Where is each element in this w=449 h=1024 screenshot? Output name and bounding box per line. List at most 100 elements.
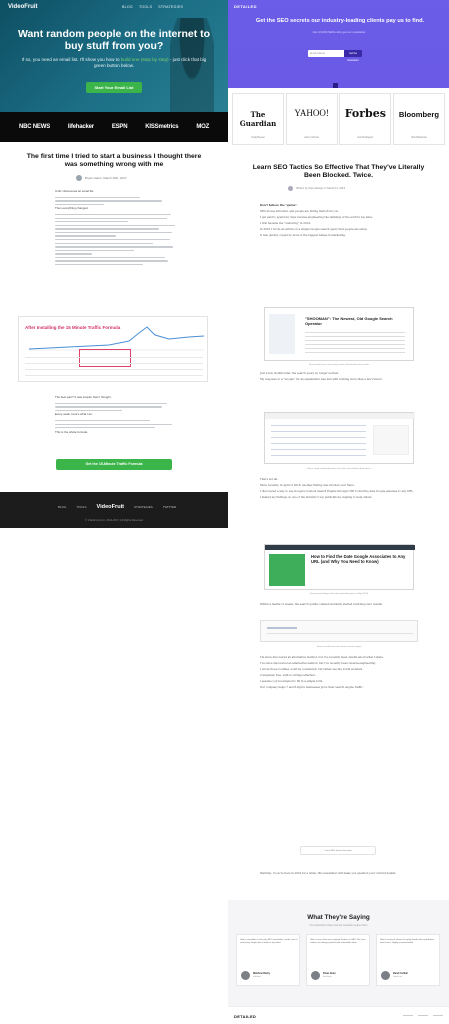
- highlight-box: [79, 349, 131, 367]
- videofruit-logo[interactable]: VideoFruit: [8, 4, 38, 10]
- text-line: [55, 217, 168, 219]
- search-engine-screenshot: [260, 620, 418, 642]
- detailed-logo[interactable]: DETAILED: [234, 4, 257, 9]
- author-byline: Written by Glen Allsopp on March 11, 201…: [296, 187, 346, 190]
- publication-author: Aaron Ishman: [304, 136, 320, 139]
- publication-card: Bloomberg Nick Blackman: [392, 93, 445, 145]
- press-logo-lifehacker: lifehacker: [67, 124, 94, 130]
- press-logo-bar: NBC NEWS lifehacker ESPN KISSmetrics MOZ: [0, 112, 228, 142]
- text-line: [55, 196, 141, 198]
- table-row: [25, 375, 203, 376]
- footer-link-tools[interactable]: TOOLS: [76, 505, 86, 509]
- article-author: Written by Glen Allsopp on March 11, 201…: [288, 186, 345, 191]
- footer-links: BLOG TOOLS VideoFruit STRATEGIES TWITTER: [58, 504, 176, 510]
- footer-nav-item[interactable]: [433, 1015, 443, 1017]
- article-paragraph: Our company helps 7 and 8-figure busines…: [260, 686, 364, 689]
- screenshot-caption: How a single method became one of the mo…: [307, 468, 371, 470]
- article-body-top: Until I discovered an email list. Then e…: [55, 189, 177, 268]
- article-paragraph: Every week, here's what I do:: [55, 412, 93, 417]
- footer-logo[interactable]: VideoFruit: [96, 504, 124, 510]
- publication-name: YAHOO!: [294, 108, 329, 118]
- email-input[interactable]: Email Address: [308, 50, 344, 57]
- footer-nav-item[interactable]: [418, 1015, 428, 1017]
- testimonial-role: SparkToro: [393, 976, 403, 978]
- testimonial-avatar: [381, 971, 390, 980]
- text-line: [55, 409, 123, 412]
- article-body-tail: Within a matter of weeks, the search qui…: [260, 603, 418, 609]
- decorative-square: [333, 83, 338, 88]
- screenshot-title: How to Find the Date Google Associates t…: [311, 554, 406, 565]
- article-paragraph: I'm since discovered an alternative meth…: [260, 656, 384, 659]
- videofruit-nav: BLOG TOOLS STRATEGIES: [122, 5, 183, 9]
- article-paragraph: Until I discovered an email list.: [55, 189, 95, 193]
- testimonial-name: Rand Fishkin: [393, 972, 409, 975]
- testimonial-card: Glen's research shows the gritty details…: [376, 934, 440, 986]
- traffic-formula-button[interactable]: Get the 15-Minute Traffic Formula: [56, 459, 172, 470]
- screenshot-header: [265, 545, 415, 550]
- article-paragraph: I get paid to spend my days reverse-engi…: [260, 216, 373, 219]
- footer-copyright: © VideoFruit LLC, 2014-2017, All Rights …: [85, 519, 143, 522]
- testimonials-section: What They're Saying Our subscribers shar…: [228, 900, 449, 1006]
- screenshot-divider: [267, 633, 413, 634]
- publication-name: Forbes: [344, 107, 386, 120]
- start-email-list-button[interactable]: Start Your Email List: [86, 82, 142, 93]
- text-line: [55, 228, 159, 230]
- screenshot-text: [305, 332, 405, 354]
- footer-logo[interactable]: DETAILED: [234, 1014, 256, 1019]
- author-avatar: [76, 175, 82, 181]
- article-paragraph: That's not all.: [260, 478, 278, 481]
- text-line: [55, 253, 92, 255]
- text-line: [55, 221, 129, 223]
- screenshot-caption: Sharing my findings with industry-leadin…: [309, 593, 369, 595]
- author-avatar: [288, 186, 293, 191]
- table-row: [25, 369, 203, 370]
- nav-item-tools[interactable]: TOOLS: [139, 5, 152, 9]
- article-body-middle: Just a few months later, the search quer…: [260, 372, 418, 384]
- testimonial-name: Matthew Barby: [253, 972, 271, 975]
- traffic-analytics-screenshot: After Installing the 15 Minute Traffic F…: [18, 316, 208, 382]
- text-line: [55, 224, 175, 227]
- screenshot-sidebar: [269, 314, 295, 354]
- article-paragraph: SEO moves still exist, and people are hi…: [260, 210, 340, 213]
- screenshot-bar: [267, 627, 297, 629]
- nav-item-blog[interactable]: BLOG: [122, 5, 133, 9]
- publication-card: Forbes Neil Rodriguez: [339, 93, 392, 145]
- newsletter-form: Email Address Get the Newsletter: [308, 50, 362, 62]
- article-paragraph: More recently, in April of 2018, another…: [260, 484, 355, 487]
- publication-author: Craig Beaver: [251, 136, 265, 139]
- testimonial-quote: Glen is one of the most original thinker…: [310, 939, 366, 944]
- screenshot-panel: [373, 425, 409, 455]
- press-logo-nbc: NBC NEWS: [18, 124, 51, 130]
- footer-nav-item[interactable]: [403, 1015, 413, 1017]
- article-paragraph: I wrote those routines could be consider…: [260, 668, 364, 671]
- text-line: [55, 200, 163, 202]
- footer-link-blog[interactable]: BLOG: [58, 505, 66, 509]
- article-body-bottom: The best part? It was simpler than I tho…: [55, 395, 177, 437]
- table-row: [25, 363, 203, 364]
- page-canvas: VideoFruit BLOG TOOLS STRATEGIES Want ra…: [0, 0, 449, 1024]
- article-paragraph: I first became the "underdog" in 2014.: [260, 222, 311, 225]
- press-logo-moz: MOZ: [196, 124, 210, 130]
- date-article-screenshot: How to Find the Date Google Associates t…: [264, 544, 415, 590]
- detailed-hero: DETAILED Get the SEO secrets our industr…: [228, 0, 449, 88]
- hero-subtext-link[interactable]: build one (step by step): [121, 57, 169, 62]
- table-row: [25, 357, 203, 358]
- newsletter-submit-button[interactable]: Get the Newsletter: [344, 50, 362, 62]
- footer-link-twitter[interactable]: TWITTER: [163, 505, 176, 509]
- article-author: Bryan Harris, March 19th, 2017: [76, 175, 127, 181]
- article-body-final: I'm since discovered an alternative meth…: [260, 656, 418, 692]
- detailed-footer-bar: DETAILED: [228, 1006, 449, 1024]
- footer-link-strategies[interactable]: STRATEGIES: [134, 505, 153, 509]
- article-paragraph: Completely free, with no strings attache…: [260, 674, 316, 677]
- article-paragraph: Just a few months later, the search quer…: [260, 372, 339, 375]
- testimonial-role: HubSpot: [253, 976, 261, 978]
- text-line: [55, 264, 143, 266]
- search-results-screenshot: [264, 412, 415, 464]
- nav-item-strategies[interactable]: STRATEGIES: [158, 5, 183, 9]
- text-line: [55, 231, 173, 234]
- text-line: [55, 203, 104, 206]
- testimonials-subheading: Our subscribers share how the newsletter…: [309, 924, 368, 927]
- text-line: [55, 246, 174, 248]
- newsletter-inline-form[interactable]: Learn SEO tactics that work: [300, 846, 376, 855]
- screenshot-caption: Screenshot from a very early version, bl…: [308, 364, 370, 366]
